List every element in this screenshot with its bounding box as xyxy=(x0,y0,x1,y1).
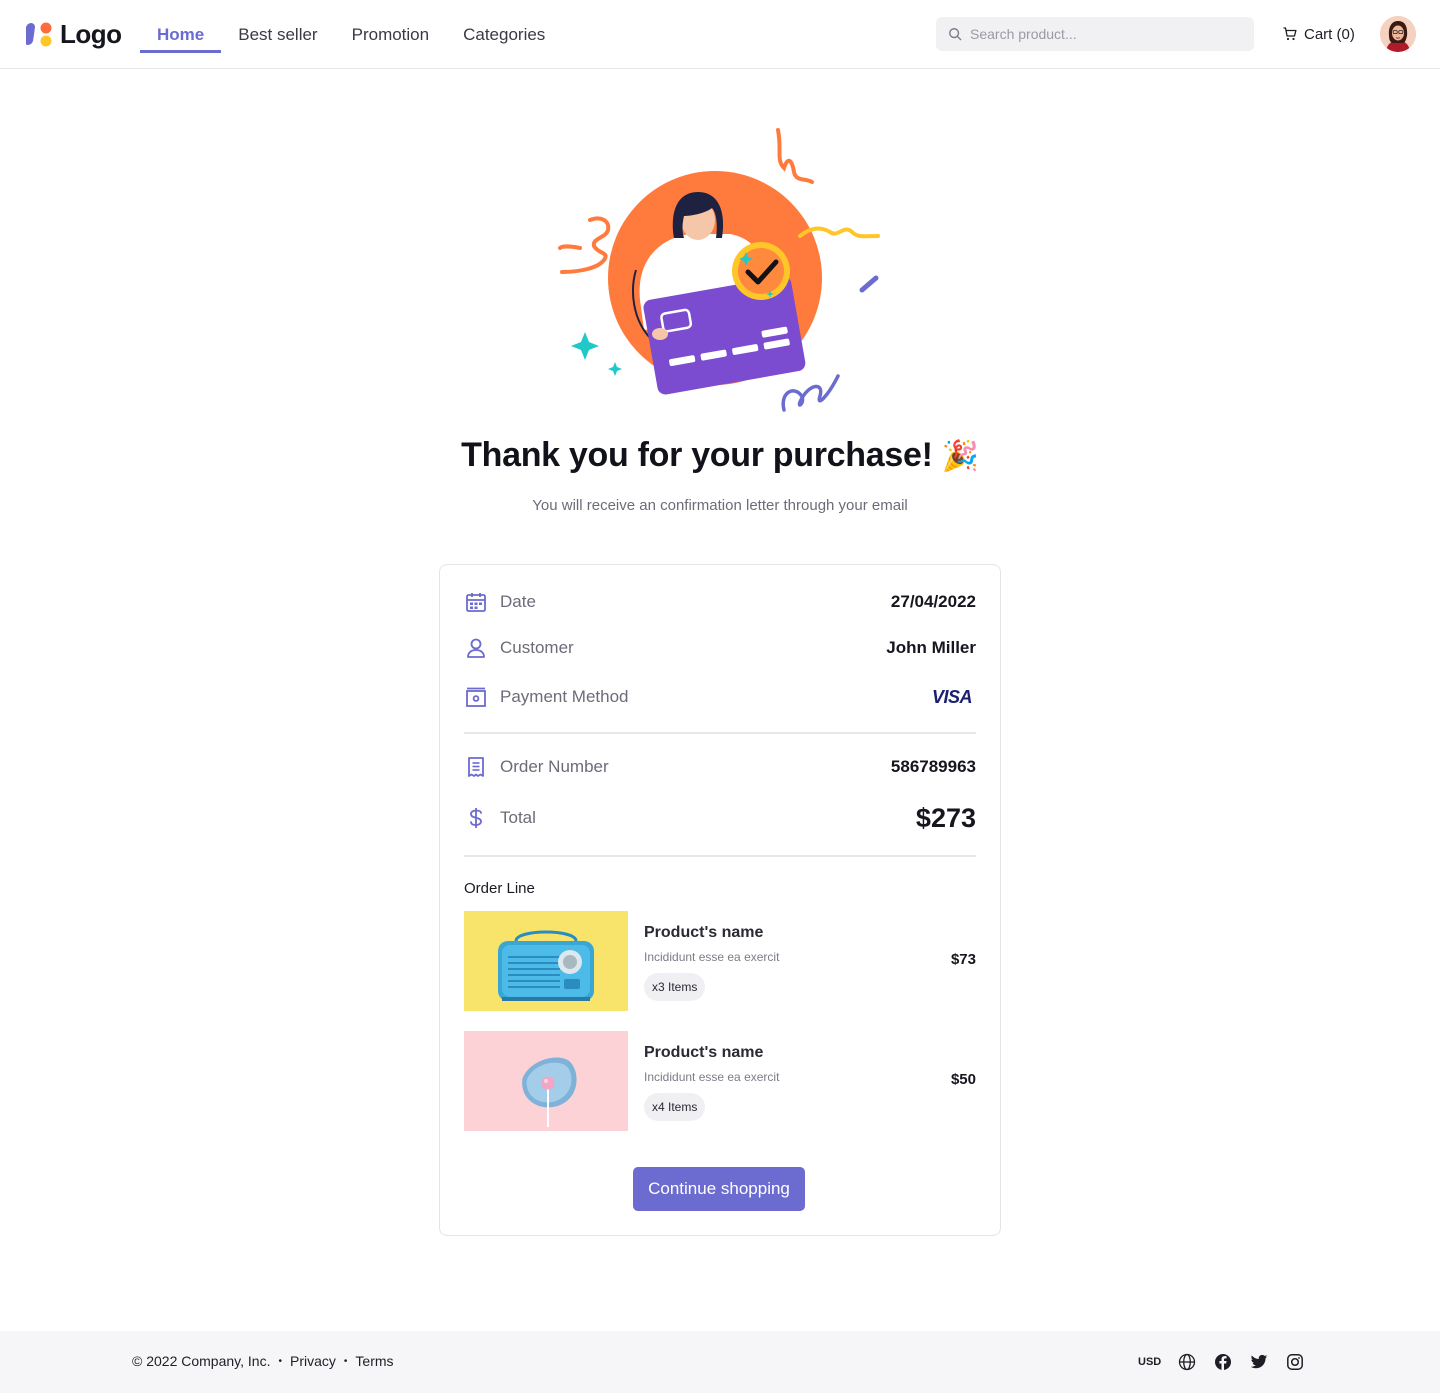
total-row: Total $273 xyxy=(464,803,976,833)
instagram-icon[interactable] xyxy=(1285,1352,1305,1372)
customer-row: Customer John Miller xyxy=(464,633,976,663)
search-input[interactable] xyxy=(970,26,1230,42)
product-name[interactable]: Product's name xyxy=(644,1044,763,1062)
privacy-link[interactable]: Privacy xyxy=(290,1353,336,1369)
date-value: 27/04/2022 xyxy=(890,592,976,611)
cart-icon xyxy=(1283,27,1297,41)
continue-shopping-button[interactable]: Continue shopping xyxy=(633,1167,805,1211)
purchase-success-illustration xyxy=(540,120,900,420)
wallet-icon xyxy=(464,685,488,709)
product-thumbnail[interactable] xyxy=(464,1031,628,1131)
separator-dot: • xyxy=(278,1355,282,1367)
cart-button[interactable]: Cart (0) xyxy=(1282,23,1355,45)
dollar-icon xyxy=(464,806,488,830)
quantity-badge: x4 Items xyxy=(644,1093,706,1121)
customer-label: Customer xyxy=(500,638,574,657)
quantity-badge: x3 Items xyxy=(644,973,706,1001)
order-line-item: Product's name Incididunt esse ea exerci… xyxy=(464,1031,976,1131)
terms-link[interactable]: Terms xyxy=(355,1353,393,1369)
copyright-text: © 2022 Company, Inc. xyxy=(132,1353,271,1369)
payment-method-row: Payment Method VISA xyxy=(464,682,976,712)
date-label: Date xyxy=(500,592,536,611)
receipt-icon xyxy=(464,755,488,779)
page-title: Thank you for your purchase! 🎉 xyxy=(0,436,1440,475)
order-summary-card: Date 27/04/2022 Customer John Miller Pay… xyxy=(439,564,1001,1236)
search-box xyxy=(936,17,1254,51)
product-price: $73 xyxy=(950,951,976,968)
product-name[interactable]: Product's name xyxy=(644,924,763,942)
footer-actions: USD xyxy=(1138,1351,1305,1373)
product-description: Incididunt esse ea exercit xyxy=(644,1070,780,1084)
main-nav: Home Best seller Promotion Categories xyxy=(140,0,562,69)
total-label: Total xyxy=(500,808,536,827)
twitter-icon[interactable] xyxy=(1249,1352,1269,1372)
product-thumbnail[interactable] xyxy=(464,911,628,1011)
footer: © 2022 Company, Inc. • Privacy • Terms U… xyxy=(0,1331,1440,1393)
footer-links: © 2022 Company, Inc. • Privacy • Terms xyxy=(132,1353,394,1369)
top-navbar: Logo Home Best seller Promotion Categori… xyxy=(0,0,1440,69)
party-popper-icon: 🎉 xyxy=(941,440,979,473)
globe-icon[interactable] xyxy=(1177,1352,1197,1372)
nav-item-promotion[interactable]: Promotion xyxy=(335,0,446,69)
logo-mark-icon xyxy=(24,20,54,48)
logo[interactable]: Logo xyxy=(24,18,122,49)
calendar-icon xyxy=(464,590,488,614)
section-divider xyxy=(464,855,976,857)
search-icon xyxy=(949,28,962,41)
separator-dot: • xyxy=(343,1355,348,1367)
visa-logo: VISA xyxy=(931,686,973,707)
date-row: Date 27/04/2022 xyxy=(464,587,976,617)
currency-selector[interactable]: USD xyxy=(1138,1356,1161,1368)
title-text: Thank you for your purchase! xyxy=(461,436,933,474)
customer-value: John Miller xyxy=(886,638,976,657)
product-price: $50 xyxy=(950,1071,976,1088)
total-value: $273 xyxy=(915,802,976,833)
page-subtitle: You will receive an confirmation letter … xyxy=(532,497,908,514)
logo-text: Logo xyxy=(60,18,122,49)
nav-item-home[interactable]: Home xyxy=(140,0,222,69)
nav-item-categories[interactable]: Categories xyxy=(446,0,562,69)
order-number-label: Order Number xyxy=(500,757,609,776)
order-line-heading: Order Line xyxy=(464,880,535,897)
avatar[interactable] xyxy=(1380,16,1416,52)
cart-label: Cart (0) xyxy=(1304,25,1355,43)
order-number-value: 586789963 xyxy=(890,757,976,776)
product-description: Incididunt esse ea exercit xyxy=(644,950,780,964)
nav-item-best-seller[interactable]: Best seller xyxy=(221,0,334,69)
payment-method-label: Payment Method xyxy=(500,687,629,706)
facebook-icon[interactable] xyxy=(1213,1352,1233,1372)
section-divider xyxy=(464,732,976,734)
order-number-row: Order Number 586789963 xyxy=(464,752,976,782)
order-line-item: Product's name Incididunt esse ea exerci… xyxy=(464,911,976,1011)
user-icon xyxy=(464,636,488,660)
